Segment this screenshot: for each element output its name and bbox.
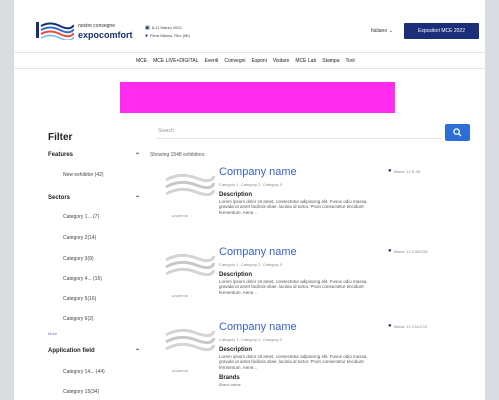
header-divider (14, 52, 485, 53)
logo-tagline: nostre consegne (78, 23, 115, 29)
chevron-up-icon: ⌃ (134, 153, 140, 159)
facet-sectors-header[interactable]: Sectors ⌃ (48, 195, 140, 202)
company-name-link[interactable]: Company name (219, 321, 297, 333)
event-meta: ▣ 8-11 Marzo 2022 ● Fiera Milano, Rho (MI) (145, 24, 190, 40)
description-heading: Description (219, 272, 253, 278)
filter-option-new-exhibitor[interactable]: New exhibitor (42) (63, 172, 104, 178)
logo-text[interactable]: nostre consegne expocomfort (78, 22, 133, 40)
facet-label: Features (48, 152, 74, 158)
logo-name: expocomfort (78, 30, 133, 40)
language-selector[interactable]: Italiano ⌄ (371, 28, 393, 34)
nav-item-mce-lab[interactable]: MCE Lab (295, 58, 316, 64)
nav-divider (14, 68, 485, 69)
description-text: Lorem ipsum dolor sit amet, consectetur … (219, 354, 368, 370)
chevron-up-icon: ⌃ (134, 349, 140, 355)
filter-option-category-15[interactable]: Category 15(34) (63, 389, 99, 395)
exhibitor-logo-placeholder-icon (165, 328, 216, 352)
filter-option-category-3[interactable]: Category 3(9) (63, 256, 94, 262)
location-pin-icon: ● (145, 33, 149, 39)
calendar-icon: ▣ (145, 25, 150, 31)
facet-label: Application field (48, 348, 95, 354)
company-categories: Category 1, Category 2, Category 3 (219, 337, 283, 342)
location-pin-icon: ● (388, 248, 392, 254)
stand-location: ● Stand: 12 C40/C69 (388, 248, 428, 254)
description-text: Lorem ipsum dolor sit amet, consectetur … (219, 199, 368, 215)
search-input[interactable]: Search (156, 124, 441, 139)
filter-title: Filter (48, 132, 73, 143)
filter-option-category-1[interactable]: Category 1... (7) (63, 214, 99, 220)
company-name-link[interactable]: Company name (219, 166, 297, 178)
nav-item-stampa[interactable]: Stampa (322, 58, 339, 64)
stand-label: Stand: 12 C11/C12 (393, 323, 428, 329)
nav-item-convegni[interactable]: Convegni (224, 58, 245, 64)
nav-item-eventi[interactable]: Eventi (204, 58, 218, 64)
stand-location: ● Stand: 12 B 45 (388, 168, 420, 174)
exhibitor-logo-placeholder-icon (165, 173, 216, 197)
more-link[interactable]: More (48, 331, 57, 336)
page: nostre consegne expocomfort ▣ 8-11 Marzo … (14, 0, 485, 400)
chevron-down-icon: ⌄ (389, 28, 394, 34)
exhibitor-logo-placeholder-icon (165, 253, 216, 277)
thumb-caption: EXHIBITOR (172, 294, 189, 298)
description-text: Lorem ipsum dolor sit amet, consectetur … (219, 279, 368, 295)
filter-option-category-5[interactable]: Category 5(16) (63, 296, 96, 302)
filter-option-category-14[interactable]: Category 14... (44) (63, 369, 105, 375)
language-label: Italiano (371, 28, 388, 34)
search-icon (453, 128, 462, 137)
company-categories: Category 1, Category 2, Category 3 (219, 262, 283, 267)
results-count: Showing 1548 exhibitors (150, 152, 205, 158)
location-pin-icon: ● (388, 168, 392, 174)
nav-item-esponi[interactable]: Esponi (252, 58, 267, 64)
facet-features-header[interactable]: Features ⌃ (48, 152, 140, 159)
nav-item-live-digital[interactable]: MCE LIVE+DIGITAL (153, 58, 198, 64)
event-venue: Fiera Milano, Rho (MI) (150, 33, 190, 38)
thumb-caption: EXHIBITOR (172, 369, 189, 373)
description-heading: Description (219, 192, 253, 198)
exhibitor-card[interactable]: EXHIBITOR Company name Category 1, Categ… (154, 166, 474, 238)
stand-label: Stand: 12 C40/C69 (393, 248, 428, 254)
exhibitor-card[interactable]: EXHIBITOR Company name Category 1, Categ… (154, 246, 474, 318)
filter-option-category-4[interactable]: Category 4... (16) (63, 276, 102, 282)
facet-label: Sectors (48, 195, 71, 201)
company-categories: Category 1, Category 2, Category 3 (219, 182, 283, 187)
nav-item-visitare[interactable]: Visitare (273, 58, 290, 64)
chevron-up-icon: ⌃ (134, 196, 140, 202)
ad-banner[interactable] (120, 82, 395, 113)
search-button[interactable] (445, 124, 470, 141)
nav-item-mce[interactable]: MCE (136, 58, 147, 64)
exhibitor-card[interactable]: EXHIBITOR Company name Category 1, Categ… (154, 321, 474, 393)
location-pin-icon: ● (388, 323, 392, 329)
stand-label: Stand: 12 B 45 (393, 168, 421, 174)
filter-option-category-2[interactable]: Category 2(14) (63, 235, 96, 241)
event-date: 8-11 Marzo 2022 (151, 25, 182, 30)
nav-item-tool[interactable]: Tool (345, 58, 354, 64)
main-nav: MCE MCE LIVE+DIGITAL Eventi Convegni Esp… (136, 58, 355, 64)
brands-text: Brand name (219, 382, 241, 387)
company-name-link[interactable]: Company name (219, 246, 297, 258)
exhibitors-cta-button[interactable]: Espositori MCE 2022 (404, 23, 479, 39)
filter-option-category-6[interactable]: Category 6(2) (63, 316, 94, 322)
brands-heading: Brands (219, 375, 240, 381)
stand-location: ● Stand: 12 C11/C12 (388, 323, 427, 329)
facet-application-header[interactable]: Application field ⌃ (48, 348, 140, 355)
logo-waves-icon[interactable] (36, 20, 74, 40)
description-heading: Description (219, 347, 253, 353)
site-header: nostre consegne expocomfort ▣ 8-11 Marzo … (14, 0, 485, 48)
thumb-caption: EXHIBITOR (172, 214, 189, 218)
